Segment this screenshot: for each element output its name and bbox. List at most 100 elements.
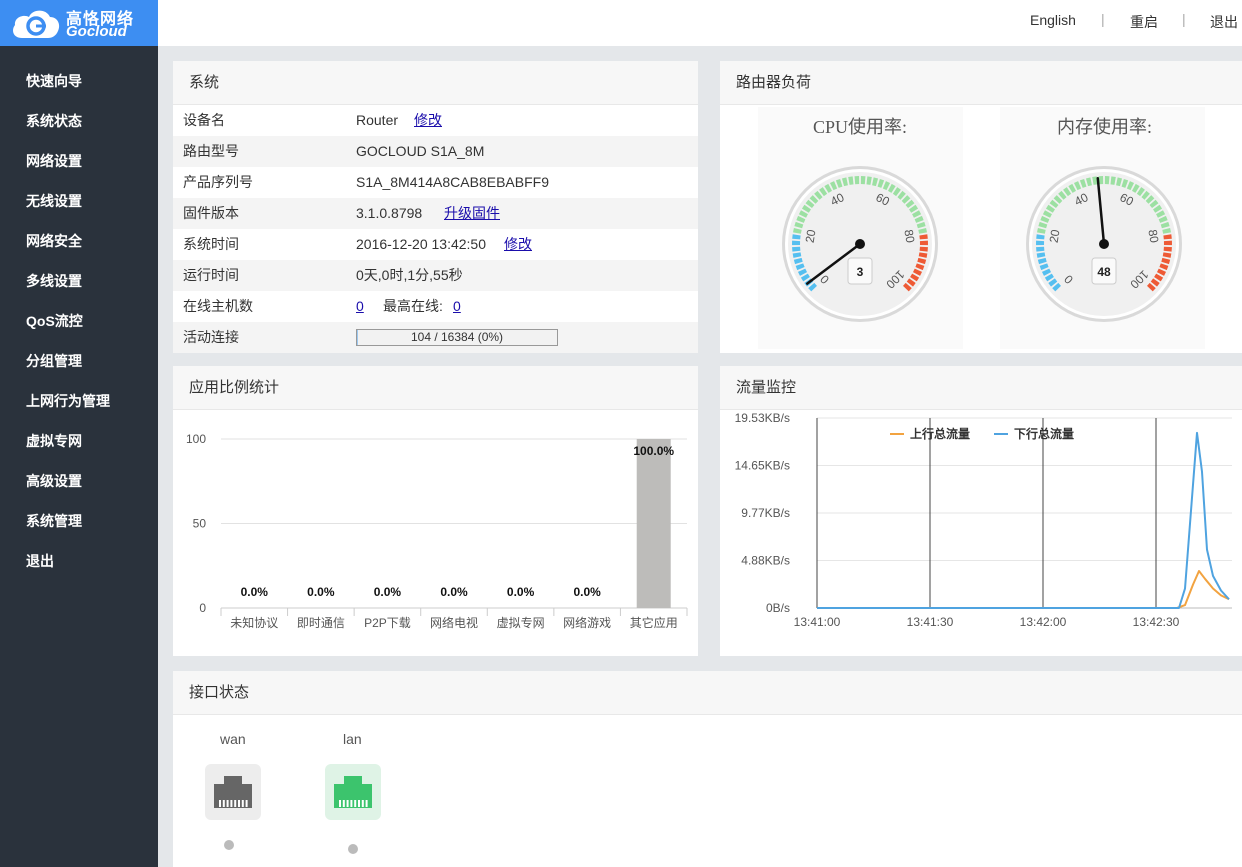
gauge-value-label: 3 bbox=[857, 265, 864, 279]
memory-gauge: 02040 608010048 bbox=[1026, 166, 1182, 322]
panel-title: 接口状态 bbox=[173, 671, 1242, 715]
info-value: GOCLOUD S1A_8M bbox=[356, 143, 485, 159]
divider: | bbox=[1182, 11, 1186, 27]
panel-title: 系统 bbox=[173, 61, 698, 105]
port-pin bbox=[365, 800, 368, 807]
wan-status-dot bbox=[224, 840, 234, 850]
menu-item-multiwan[interactable]: 多线设置 bbox=[0, 261, 158, 301]
info-row: 系统时间 2016-12-20 13:42:50 修改 bbox=[173, 229, 698, 260]
connections-progress-bar: 104 / 16384 (0%) bbox=[356, 329, 558, 346]
menu-item-logout[interactable]: 退出 bbox=[0, 541, 158, 581]
max-online-label: 最高在线: bbox=[383, 298, 443, 314]
gauge-tick-label: 20 bbox=[803, 228, 819, 244]
gauge-band-segment bbox=[792, 240, 801, 246]
data-label: 0.0% bbox=[241, 585, 269, 599]
info-label: 活动连接 bbox=[183, 329, 239, 345]
y-tick-label: 50 bbox=[193, 517, 207, 531]
port-pin bbox=[222, 800, 225, 807]
logout-link[interactable]: 退出 bbox=[1210, 12, 1238, 32]
info-label: 固件版本 bbox=[183, 205, 239, 221]
info-row: 活动连接 104 / 16384 (0%) bbox=[173, 322, 698, 353]
data-label: 0.0% bbox=[374, 585, 402, 599]
gauge-pivot bbox=[1099, 239, 1109, 249]
menu-item-behavior[interactable]: 上网行为管理 bbox=[0, 381, 158, 421]
data-label: 0.0% bbox=[507, 585, 535, 599]
data-label: 0.0% bbox=[440, 585, 468, 599]
port-pin bbox=[342, 800, 345, 807]
gauge-band-segment bbox=[919, 240, 928, 246]
panel-title: 路由器负荷 bbox=[720, 61, 1242, 105]
lan-port-icon[interactable] bbox=[325, 764, 381, 820]
edit-time-link[interactable]: 修改 bbox=[504, 229, 532, 260]
port-pin bbox=[234, 800, 237, 807]
upgrade-firmware-link[interactable]: 升级固件 bbox=[444, 198, 500, 229]
port-pin bbox=[219, 800, 221, 807]
port-pin bbox=[361, 800, 364, 807]
port-pin bbox=[339, 800, 341, 807]
panel-title: 流量监控 bbox=[720, 366, 1242, 410]
x-tick-label: 13:42:30 bbox=[1133, 615, 1180, 629]
menu-item-admin[interactable]: 系统管理 bbox=[0, 501, 158, 541]
menu-item-wizard[interactable]: 快速向导 bbox=[0, 61, 158, 101]
y-tick-label: 0 bbox=[199, 601, 206, 615]
port-pin bbox=[245, 800, 248, 807]
menu-item-network[interactable]: 网络设置 bbox=[0, 141, 158, 181]
gauge-band-segment bbox=[854, 176, 860, 185]
system-panel: 系统 设备名 Router 修改 路由型号 GOCLOUD S1A_8M 产品序… bbox=[173, 61, 698, 353]
wan-port-icon[interactable] bbox=[205, 764, 261, 820]
legend-label: 上行总流量 bbox=[910, 426, 970, 441]
y-tick-label: 14.65KB/s bbox=[735, 459, 790, 473]
series-line bbox=[817, 431, 1230, 609]
menu-item-security[interactable]: 网络安全 bbox=[0, 221, 158, 261]
info-row: 在线主机数 0 最高在线: 0 bbox=[173, 291, 698, 322]
menu-item-advanced[interactable]: 高级设置 bbox=[0, 461, 158, 501]
gauge-band-segment bbox=[1104, 176, 1110, 185]
y-tick-label: 0B/s bbox=[766, 601, 790, 615]
gauge-tick-label: 80 bbox=[901, 228, 917, 244]
online-hosts-link[interactable]: 0 bbox=[356, 291, 364, 322]
ethernet-port-icon bbox=[214, 776, 252, 808]
gauge-band-segment bbox=[860, 176, 866, 185]
x-tick-label: 13:41:00 bbox=[794, 615, 841, 629]
mem-gauge-title: 内存使用率: bbox=[1057, 117, 1153, 137]
info-row: 路由型号 GOCLOUD S1A_8M bbox=[173, 136, 698, 167]
x-tick-label: 未知协议 bbox=[230, 615, 278, 630]
logo[interactable]: 高恪网络 Gocloud bbox=[0, 0, 158, 46]
info-row: 设备名 Router 修改 bbox=[173, 105, 698, 136]
panel-title: 应用比例统计 bbox=[173, 366, 698, 410]
reboot-link[interactable]: 重启 bbox=[1130, 12, 1158, 32]
traffic-monitor-panel: 流量监控 0B/s 4.88KB/s 9.77KB/s 14.65KB/s 19.53K… bbox=[720, 366, 1242, 656]
menu-item-groups[interactable]: 分组管理 bbox=[0, 341, 158, 381]
info-label: 运行时间 bbox=[183, 267, 239, 283]
port-label-lan: lan bbox=[343, 731, 362, 747]
app-ratio-bar-chart: 0 50 100 0.0% 未知协议 0.0% 即时通信 0.0% P2P下载 0.0% 网络电视 0… bbox=[186, 432, 688, 630]
series-line bbox=[817, 570, 1230, 609]
sidebar-menu: 快速向导 系统状态 网络设置 无线设置 网络安全 多线设置 QoS流控 分组管理… bbox=[0, 61, 158, 581]
port-pin bbox=[230, 800, 233, 807]
data-label: 0.0% bbox=[307, 585, 335, 599]
menu-item-qos[interactable]: QoS流控 bbox=[0, 301, 158, 341]
traffic-line-chart: 0B/s 4.88KB/s 9.77KB/s 14.65KB/s 19.53KB/s 13… bbox=[735, 411, 1232, 629]
gauge-pivot bbox=[855, 239, 865, 249]
data-label: 100.0% bbox=[633, 444, 674, 458]
y-tick-label: 4.88KB/s bbox=[741, 554, 790, 568]
menu-item-wireless[interactable]: 无线设置 bbox=[0, 181, 158, 221]
gauge-tick-label: 80 bbox=[1145, 228, 1161, 244]
menu-item-vpn[interactable]: 虚拟专网 bbox=[0, 421, 158, 461]
interface-status-panel: 接口状态 wan lan bbox=[173, 671, 1242, 867]
y-tick-label: 19.53KB/s bbox=[735, 411, 790, 425]
x-tick-label: 13:42:00 bbox=[1020, 615, 1067, 629]
topbar: English | 重启 | 退出 bbox=[158, 0, 1242, 46]
edit-device-name-link[interactable]: 修改 bbox=[414, 105, 442, 136]
max-online-link[interactable]: 0 bbox=[453, 291, 461, 322]
menu-item-status[interactable]: 系统状态 bbox=[0, 101, 158, 141]
x-tick-label: 网络游戏 bbox=[563, 615, 611, 630]
port-pin bbox=[226, 800, 229, 807]
bar bbox=[636, 439, 671, 608]
cpu-gauge: 02040 60801003 bbox=[782, 166, 938, 322]
port-pin bbox=[350, 800, 353, 807]
x-tick-label: 虚拟专网 bbox=[497, 615, 545, 630]
lan-status-dot bbox=[348, 844, 358, 854]
language-link[interactable]: English bbox=[1030, 12, 1076, 28]
gauge-band-segment bbox=[1163, 240, 1172, 246]
